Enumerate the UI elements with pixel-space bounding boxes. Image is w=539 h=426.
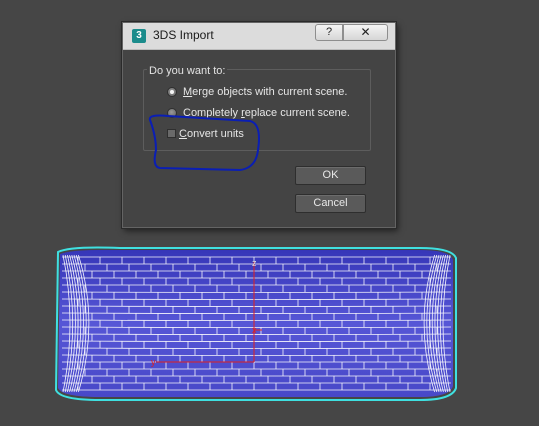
import-dialog: 3 3DS Import ? ✕ Do you want to: Merge o… <box>122 22 396 228</box>
convert-units-checkbox[interactable] <box>167 129 176 138</box>
ok-button[interactable]: OK <box>295 166 366 185</box>
merge-option[interactable]: Merge objects with current scene. <box>167 85 377 101</box>
3ds-max-app-icon: 3 <box>132 29 146 43</box>
close-button[interactable]: ✕ <box>343 24 388 41</box>
help-button[interactable]: ? <box>315 24 343 41</box>
replace-radio[interactable] <box>167 108 177 118</box>
dialog-title: 3DS Import <box>153 28 214 42</box>
convert-units-option[interactable]: Convert units <box>167 127 287 143</box>
dialog-titlebar[interactable]: 3 3DS Import ? ✕ <box>123 23 395 50</box>
group-label: Do you want to: <box>147 65 228 77</box>
axis-label-y: y <box>151 357 156 367</box>
axis-label-x: x <box>252 325 257 335</box>
axis-label-z: z <box>252 258 257 268</box>
cancel-button[interactable]: Cancel <box>295 194 366 213</box>
convert-units-label: Convert units <box>179 128 244 140</box>
merge-radio[interactable] <box>167 87 177 97</box>
replace-option[interactable]: Completely replace current scene. <box>167 106 377 122</box>
merge-option-label: Merge objects with current scene. <box>183 86 348 98</box>
replace-option-label: Completely replace current scene. <box>183 107 350 119</box>
